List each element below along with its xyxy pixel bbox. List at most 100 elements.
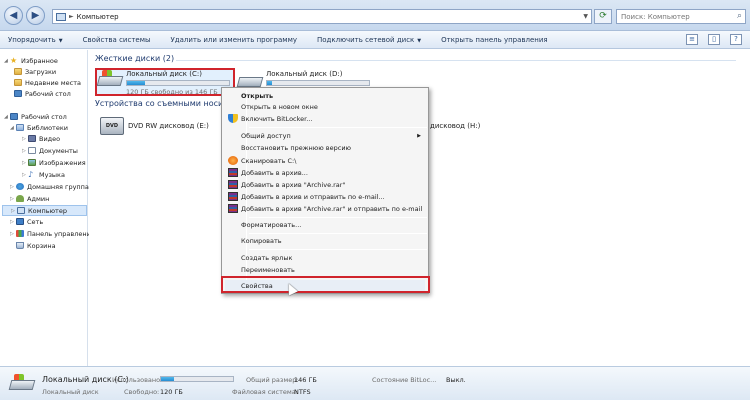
desktop-icon [10,113,18,120]
sidebar-item-desktop[interactable]: ◢ Рабочий стол [4,112,67,121]
menu-item-bitlocker[interactable]: Включить BitLocker... [225,113,425,124]
search-input[interactable] [617,10,729,23]
address-bar[interactable]: ► Компьютер ▼ [52,9,592,24]
menu-separator [249,233,427,234]
user-icon [16,195,24,202]
downloads-folder-icon [14,68,22,75]
sidebar-item-recycle-bin[interactable]: Корзина [16,241,56,250]
address-dropdown-icon[interactable]: ▼ [583,13,588,20]
refresh-icon[interactable]: ⟳ [594,9,612,24]
breadcrumb-separator: ► [69,13,74,20]
forward-button[interactable]: ▶ [26,6,45,25]
drive-c[interactable]: Локальный диск (C:) 120 ГБ свободно из 1… [96,70,230,96]
breadcrumb-computer[interactable]: Компьютер [77,13,119,21]
map-network-drive-button[interactable]: Подключить сетевой диск ▼ [317,36,421,44]
properties-highlight [221,276,430,293]
hard-disks-group-title[interactable]: Жесткие диски (2) [95,54,174,63]
menu-item-add-archive-rar[interactable]: Добавить в архив "Archive.rar" [225,179,425,190]
recycle-bin-icon [16,242,24,249]
menu-item-share[interactable]: Общий доступ ▶ [225,130,425,141]
drive-h[interactable]: дисковод (H:) [430,122,480,130]
help-icon[interactable]: ? [730,34,742,45]
details-bitlocker-value: Выкл. [446,376,466,384]
sidebar-item-images[interactable]: ▷ Изображения [22,158,86,167]
details-drive-type: Локальный диск [42,388,99,396]
sidebar-item-network[interactable]: ▷ Сеть [10,217,43,226]
navigation-pane: ◢ ★ Избранное Загрузки Недавние места Рабо… [0,50,95,366]
documents-icon [28,147,36,154]
details-total-label: Общий размер: [246,376,299,384]
libraries-icon [16,124,24,131]
winrar-icon [228,168,238,177]
system-properties-button[interactable]: Свойства системы [83,36,151,44]
drive-c-free-space: 120 ГБ свободно из 146 ГБ [126,88,218,96]
star-icon: ★ [10,56,18,65]
video-icon [28,135,36,142]
drive-e-name: DVD RW дисковод (E:) [128,122,209,130]
winrar-icon [228,180,238,189]
uninstall-program-button[interactable]: Удалить или изменить программу [171,36,297,44]
hard-drive-icon [96,70,124,87]
sidebar-item-libraries[interactable]: ◢ Библиотеки [10,123,68,132]
sidebar-item-computer[interactable]: ▷ Компьютер [2,205,87,216]
menu-item-create-shortcut[interactable]: Создать ярлык [225,252,425,263]
menu-item-open-new-window[interactable]: Открыть в новом окне [225,101,425,112]
details-free-value: 120 ГБ [160,388,183,396]
sidebar-item-favorites[interactable]: ◢ ★ Избранное [4,56,58,65]
drive-d[interactable]: Локальный диск (D:) [236,70,370,87]
menu-item-add-archive[interactable]: Добавить в архив... [225,167,425,178]
back-button[interactable]: ◀ [4,6,23,25]
details-fs-value: NTFS [294,388,311,396]
view-options-icon[interactable]: ≡ [686,34,698,45]
sidebar-item-admin[interactable]: ▷ Админ [10,194,49,203]
menu-separator [249,249,427,250]
computer-icon [17,207,25,214]
menu-item-format[interactable]: Форматировать... [225,219,425,230]
shield-icon [228,114,238,123]
menu-item-scan[interactable]: Сканировать C:\ [225,155,425,166]
title-bar: ◀ ▶ ► Компьютер ▼ ⟳ ⌕ [0,0,750,31]
preview-pane-icon[interactable]: ▯ [708,34,720,45]
winrar-icon [228,204,238,213]
drive-e-dvd[interactable]: DVD DVD RW дисковод (E:) [100,117,209,135]
drive-c-usage-bar [126,80,230,86]
hard-drive-icon [8,374,36,392]
sidebar-item-video[interactable]: ▷ Видео [22,134,60,143]
removable-group-title[interactable]: Устройства со съемными носит [95,99,228,108]
open-control-panel-button[interactable]: Открыть панель управления [441,36,547,44]
organize-button[interactable]: Упорядочить ▼ [8,36,63,44]
homegroup-icon [16,183,24,190]
winrar-icon [228,192,238,201]
recent-places-icon [14,79,22,86]
sidebar-item-desktop-favorite[interactable]: Рабочий стол [14,89,71,98]
menu-item-rename[interactable]: Переименовать [225,264,425,275]
drive-h-name: дисковод (H:) [430,122,481,130]
menu-item-copy[interactable]: Копировать [225,235,425,246]
group-divider [176,60,736,61]
sidebar-item-documents[interactable]: ▷ Документы [22,146,78,155]
details-bitlocker-label: Состояние BitLoc... [372,376,437,384]
menu-separator [249,127,427,128]
search-box[interactable]: ⌕ [616,9,746,24]
command-bar: Упорядочить ▼ Свойства системы Удалить ил… [0,31,750,49]
details-usage-bar [160,376,234,382]
search-icon[interactable]: ⌕ [737,11,742,21]
sidebar-item-music[interactable]: ▷ ♪ Музыка [22,170,65,179]
images-icon [28,159,36,166]
sidebar-item-homegroup[interactable]: ▷ Домашняя группа [10,182,89,191]
details-pane: Локальный диск (C:) Локальный диск Испол… [0,366,750,400]
menu-item-add-archive-email[interactable]: Добавить в архив и отправить по e-mail..… [225,191,425,202]
drive-d-name: Локальный диск (D:) [266,70,343,78]
chevron-down-icon: ▼ [417,37,422,44]
sidebar-item-recent-places[interactable]: Недавние места [14,78,81,87]
chevron-down-icon: ▼ [58,37,63,44]
menu-item-restore-previous[interactable]: Восстановить прежнюю версию [225,142,425,153]
sidebar-item-downloads[interactable]: Загрузки [14,67,56,76]
menu-item-open[interactable]: Открыть [225,90,425,101]
drive-c-name: Локальный диск (C:) [126,70,202,78]
menu-item-add-archive-rar-email[interactable]: Добавить в архив "Archive.rar" и отправи… [225,203,425,214]
computer-icon [56,12,66,21]
sidebar-item-control-panel[interactable]: ▷ Панель управления [10,229,95,238]
desktop-icon [14,90,22,97]
network-icon [16,218,24,225]
